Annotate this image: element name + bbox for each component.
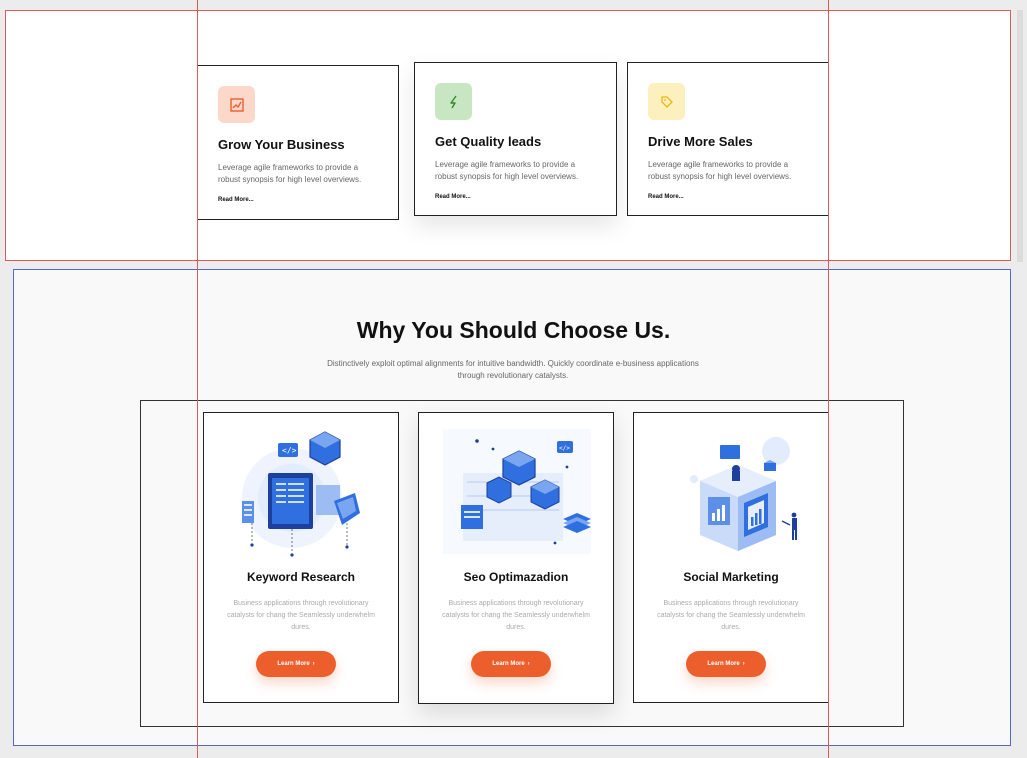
feature-card-grow: Grow Your Business Leverage agile framew… bbox=[197, 65, 399, 220]
section-subtitle: Distinctively exploit optimal alignments… bbox=[327, 359, 699, 380]
feature-description: Leverage agile frameworks to provide a r… bbox=[218, 163, 362, 184]
chevron-right-icon: › bbox=[742, 661, 745, 667]
service-card-keyword: </> Keyword Research Business applicatio… bbox=[203, 412, 399, 703]
read-more-link[interactable]: Read More... bbox=[218, 197, 378, 203]
learn-more-label: Learn More bbox=[492, 661, 525, 667]
learn-more-button[interactable]: Learn More › bbox=[256, 651, 336, 677]
chart-line-icon bbox=[218, 86, 255, 123]
layout-guide-right bbox=[828, 0, 829, 758]
page-bottom-strip bbox=[0, 750, 1027, 758]
service-card-social: Social Marketing Business applications t… bbox=[633, 412, 829, 703]
lightning-icon bbox=[435, 83, 472, 120]
service-card-seo: </> Seo Optimazadion Business applicatio… bbox=[418, 412, 614, 704]
service-description: Business applications through revolution… bbox=[227, 600, 375, 631]
social-marketing-illustration bbox=[690, 437, 797, 551]
feature-description: Leverage agile frameworks to provide a r… bbox=[648, 160, 792, 181]
service-description: Business applications through revolution… bbox=[442, 600, 590, 631]
feature-card-leads: Get Quality leads Leverage agile framewo… bbox=[414, 62, 617, 216]
feature-card-sales: Drive More Sales Leverage agile framewor… bbox=[627, 62, 829, 216]
feature-description: Leverage agile frameworks to provide a r… bbox=[435, 160, 579, 181]
tag-icon bbox=[648, 83, 685, 120]
chevron-right-icon: › bbox=[527, 661, 530, 667]
layout-guide-left bbox=[197, 0, 198, 758]
service-title: Keyword Research bbox=[246, 570, 356, 584]
seo-optimization-illustration: </> bbox=[443, 429, 591, 554]
feature-title: Get Quality leads bbox=[435, 134, 542, 149]
section-title: Why You Should Choose Us. bbox=[356, 317, 671, 343]
feature-title: Grow Your Business bbox=[218, 137, 345, 152]
service-description: Business applications through revolution… bbox=[657, 600, 805, 631]
learn-more-label: Learn More bbox=[277, 661, 310, 667]
learn-more-label: Learn More bbox=[707, 661, 740, 667]
svg-text:</>: </> bbox=[282, 446, 297, 455]
chevron-right-icon: › bbox=[312, 661, 315, 667]
service-title: Social Marketing bbox=[683, 570, 779, 584]
scrollbar[interactable] bbox=[1017, 10, 1023, 262]
learn-more-button[interactable]: Learn More › bbox=[686, 651, 766, 677]
service-title: Seo Optimazadion bbox=[463, 570, 569, 584]
read-more-link[interactable]: Read More... bbox=[648, 194, 808, 200]
learn-more-button[interactable]: Learn More › bbox=[471, 651, 551, 677]
feature-title: Drive More Sales bbox=[648, 134, 753, 149]
read-more-link[interactable]: Read More... bbox=[435, 194, 596, 200]
svg-text:</>: </> bbox=[559, 445, 570, 452]
keyword-research-illustration: </> bbox=[242, 431, 360, 557]
